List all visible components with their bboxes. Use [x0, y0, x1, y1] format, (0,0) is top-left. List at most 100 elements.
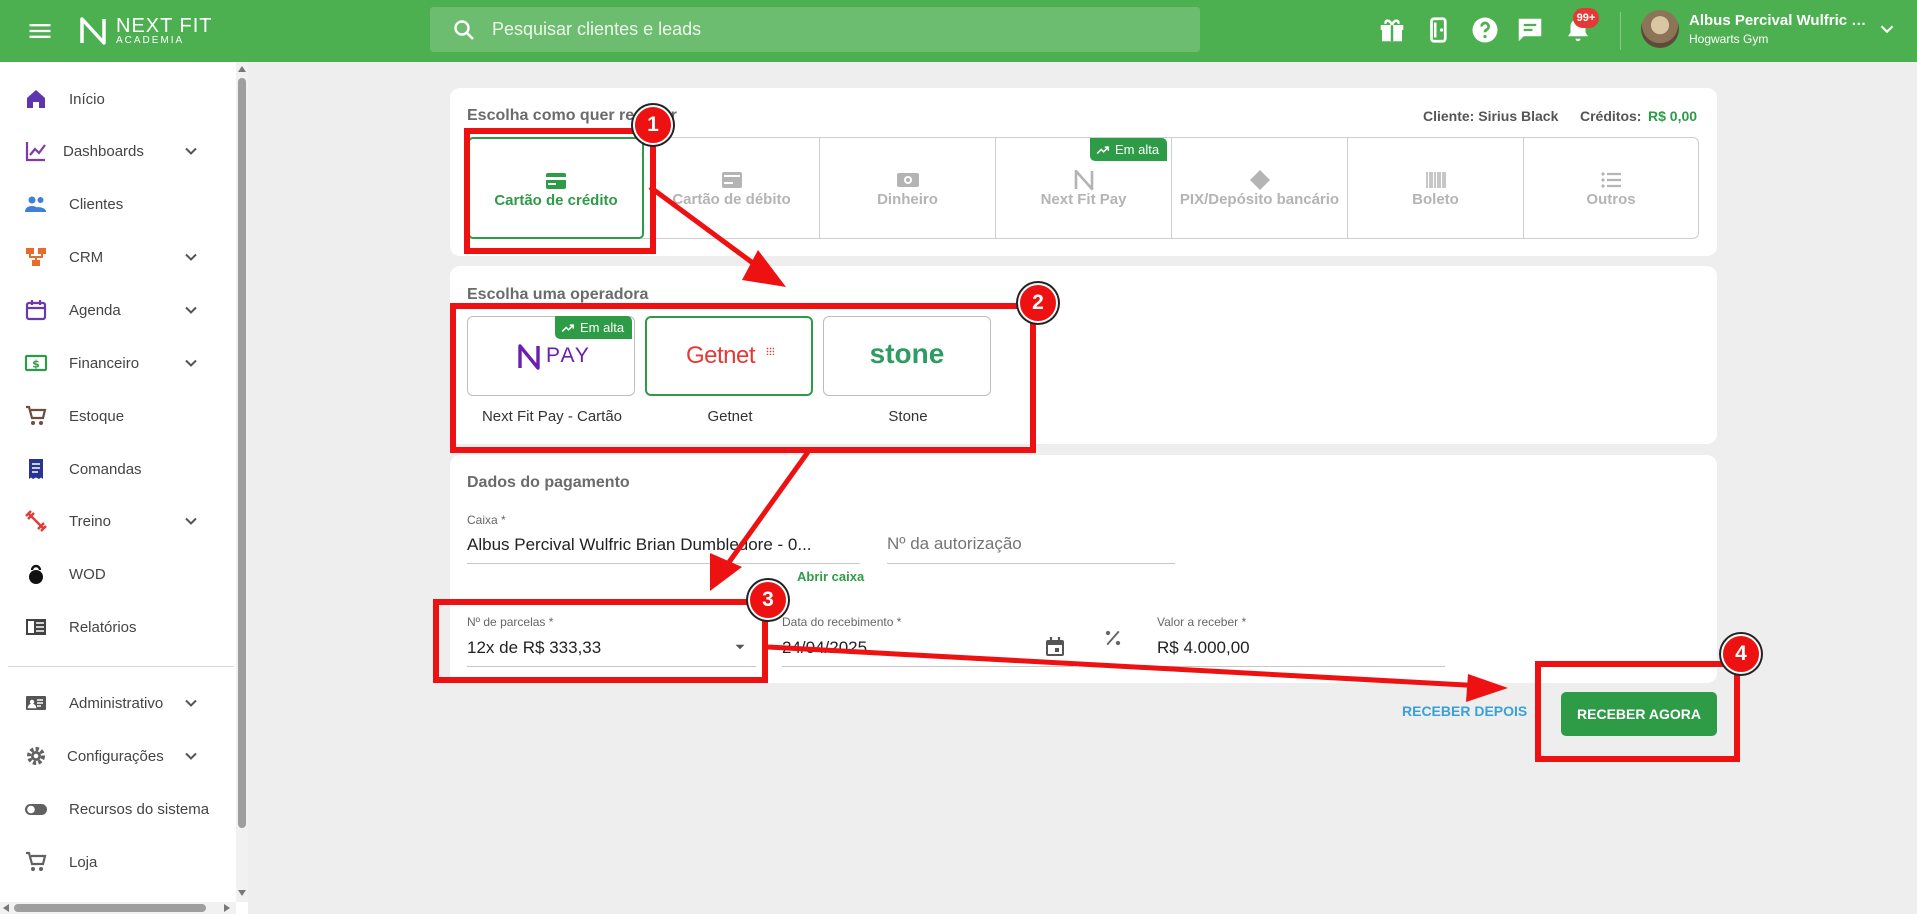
sidebar-item-crm[interactable]: CRM [0, 235, 234, 279]
user-avatar[interactable] [1641, 10, 1679, 48]
installments-select[interactable]: 12x de R$ 333,33 [467, 638, 601, 658]
method-credit-card[interactable]: Cartão de crédito [468, 137, 644, 239]
chat-icon[interactable] [1515, 15, 1545, 45]
receipt-date-input[interactable]: 24/04/2025 [782, 638, 867, 658]
sidebar-horizontal-scrollbar[interactable] [0, 902, 236, 914]
report-icon [26, 619, 46, 635]
method-debit-card[interactable]: Cartão de débito [644, 138, 820, 238]
trending-up-icon [561, 323, 575, 332]
step-badge-2: 2 [1018, 283, 1058, 323]
method-label: Cartão de débito [672, 191, 791, 208]
method-pix[interactable]: PIX/Depósito bancário [1172, 138, 1348, 238]
gift-icon[interactable] [1377, 15, 1407, 45]
sidebar-item-label: CRM [69, 248, 104, 266]
list-icon [1601, 172, 1621, 188]
sidebar-item-label: Estoque [69, 407, 125, 425]
receive-later-button[interactable]: RECEBER DEPOIS [1402, 703, 1527, 719]
operator-getnet[interactable]: Getnet [645, 316, 813, 396]
sidebar-item-label: Início [69, 90, 105, 108]
sidebar-item-agenda[interactable]: Agenda [0, 288, 234, 332]
scroll-down-arrow[interactable] [238, 890, 246, 896]
people-icon [25, 196, 47, 212]
money-icon: $ [24, 354, 48, 372]
chevron-down-icon[interactable] [181, 511, 201, 531]
sidebar-item-label: Recursos do sistema [69, 800, 210, 818]
sidebar-item-label: Comandas [69, 460, 142, 478]
user-name[interactable]: Albus Percival Wulfric Brian Dumbledore [1689, 12, 1869, 29]
getnet-logo-text: Getnet [686, 342, 756, 369]
chevron-down-icon[interactable] [181, 353, 201, 373]
search-bar[interactable] [430, 7, 1200, 52]
sidebar-item-wod[interactable]: WOD [0, 552, 234, 596]
method-label: Cartão de crédito [494, 192, 618, 209]
toggle-icon [25, 804, 47, 815]
sidebar-item-label: Loja [69, 853, 98, 871]
cart-icon [26, 405, 47, 425]
receive-now-button[interactable]: RECEBER AGORA [1561, 692, 1717, 736]
sidebar-item-loja[interactable]: Loja [0, 840, 234, 884]
sidebar-item-financeiro[interactable]: $ Financeiro [0, 341, 234, 385]
scroll-left-arrow[interactable] [3, 904, 9, 912]
receipt-date-underline [782, 666, 1073, 667]
kettlebell-icon [29, 564, 43, 584]
notification-badge: 99+ [1573, 8, 1599, 28]
installments-underline [467, 666, 756, 667]
trending-label: Em alta [1115, 142, 1160, 157]
chevron-down-icon[interactable] [181, 141, 201, 161]
hamburger-menu-icon[interactable] [26, 17, 54, 45]
sidebar-item-clientes[interactable]: Clientes [0, 182, 234, 226]
sidebar-divider [8, 666, 234, 667]
stone-logo-text: stone [869, 338, 945, 369]
mobile-door-icon[interactable] [1424, 15, 1454, 45]
caixa-label: Caixa * [467, 513, 506, 527]
chevron-down-icon[interactable] [181, 746, 201, 766]
scrollbar-thumb[interactable] [14, 904, 206, 912]
payment-data-title: Dados do pagamento [467, 474, 630, 491]
method-cash[interactable]: Dinheiro [820, 138, 996, 238]
installments-label: Nº de parcelas * [467, 615, 554, 629]
sidebar-item-comandas[interactable]: Comandas [0, 447, 234, 491]
open-caixa-link[interactable]: Abrir caixa [797, 569, 864, 584]
operator-label: Getnet [707, 408, 753, 425]
method-outros[interactable]: Outros [1524, 138, 1698, 238]
trending-badge: Em alta [555, 316, 633, 339]
sidebar-item-dashboards[interactable]: Dashboards [0, 129, 234, 173]
operator-label: Stone [888, 408, 928, 425]
chevron-down-icon[interactable] [181, 300, 201, 320]
sidebar-item-recursos-do-sistema[interactable]: Recursos do sistema [0, 787, 234, 831]
client-label: Cliente: Sirius Black [1423, 108, 1559, 124]
chevron-down-icon[interactable] [1876, 18, 1898, 40]
chevron-down-icon[interactable] [181, 693, 201, 713]
dropdown-arrow-icon[interactable] [731, 638, 749, 656]
calendar-icon[interactable] [1043, 635, 1067, 659]
amount-label: Valor a receber * [1157, 615, 1247, 629]
percent-icon[interactable] [1103, 628, 1123, 648]
debit-card-icon [721, 172, 742, 188]
scroll-right-arrow[interactable] [224, 904, 230, 912]
nextfit-logo-icon [1074, 169, 1093, 191]
step-badge-4: 4 [1721, 634, 1761, 674]
sidebar-item-label: Agenda [69, 301, 121, 319]
method-boleto[interactable]: Boleto [1348, 138, 1524, 238]
method-label: Dinheiro [877, 191, 938, 208]
search-input[interactable] [492, 19, 1142, 40]
top-bar: NEXT FIT ACADEMIA 99+ Albus Percival Wul… [0, 0, 1917, 62]
scrollbar-thumb[interactable] [238, 78, 246, 828]
sidebar-item-administrativo[interactable]: Administrativo [0, 681, 234, 725]
sidebar-item-treino[interactable]: Treino [0, 499, 234, 543]
help-icon[interactable] [1470, 15, 1500, 45]
scroll-up-arrow[interactable] [238, 66, 246, 72]
home-icon [27, 90, 45, 108]
sidebar-item-relatorios[interactable]: Relatórios [0, 605, 234, 649]
chevron-down-icon[interactable] [181, 247, 201, 267]
caixa-select[interactable]: Albus Percival Wulfric Brian Dumbledore … [467, 535, 852, 555]
operator-stone[interactable]: stone [823, 316, 991, 396]
sidebar-item-configuracoes[interactable]: Configurações [0, 734, 234, 778]
sidebar-item-estoque[interactable]: Estoque [0, 394, 234, 438]
app-logo[interactable]: NEXT FIT ACADEMIA [78, 14, 213, 48]
amount-input[interactable]: R$ 4.000,00 [1157, 638, 1250, 658]
sidebar-vertical-scrollbar[interactable] [236, 62, 248, 902]
sidebar-item-inicio[interactable]: Início [0, 77, 234, 121]
authorization-input[interactable] [887, 534, 1175, 554]
operator-label: Next Fit Pay - Cartão [481, 408, 623, 425]
